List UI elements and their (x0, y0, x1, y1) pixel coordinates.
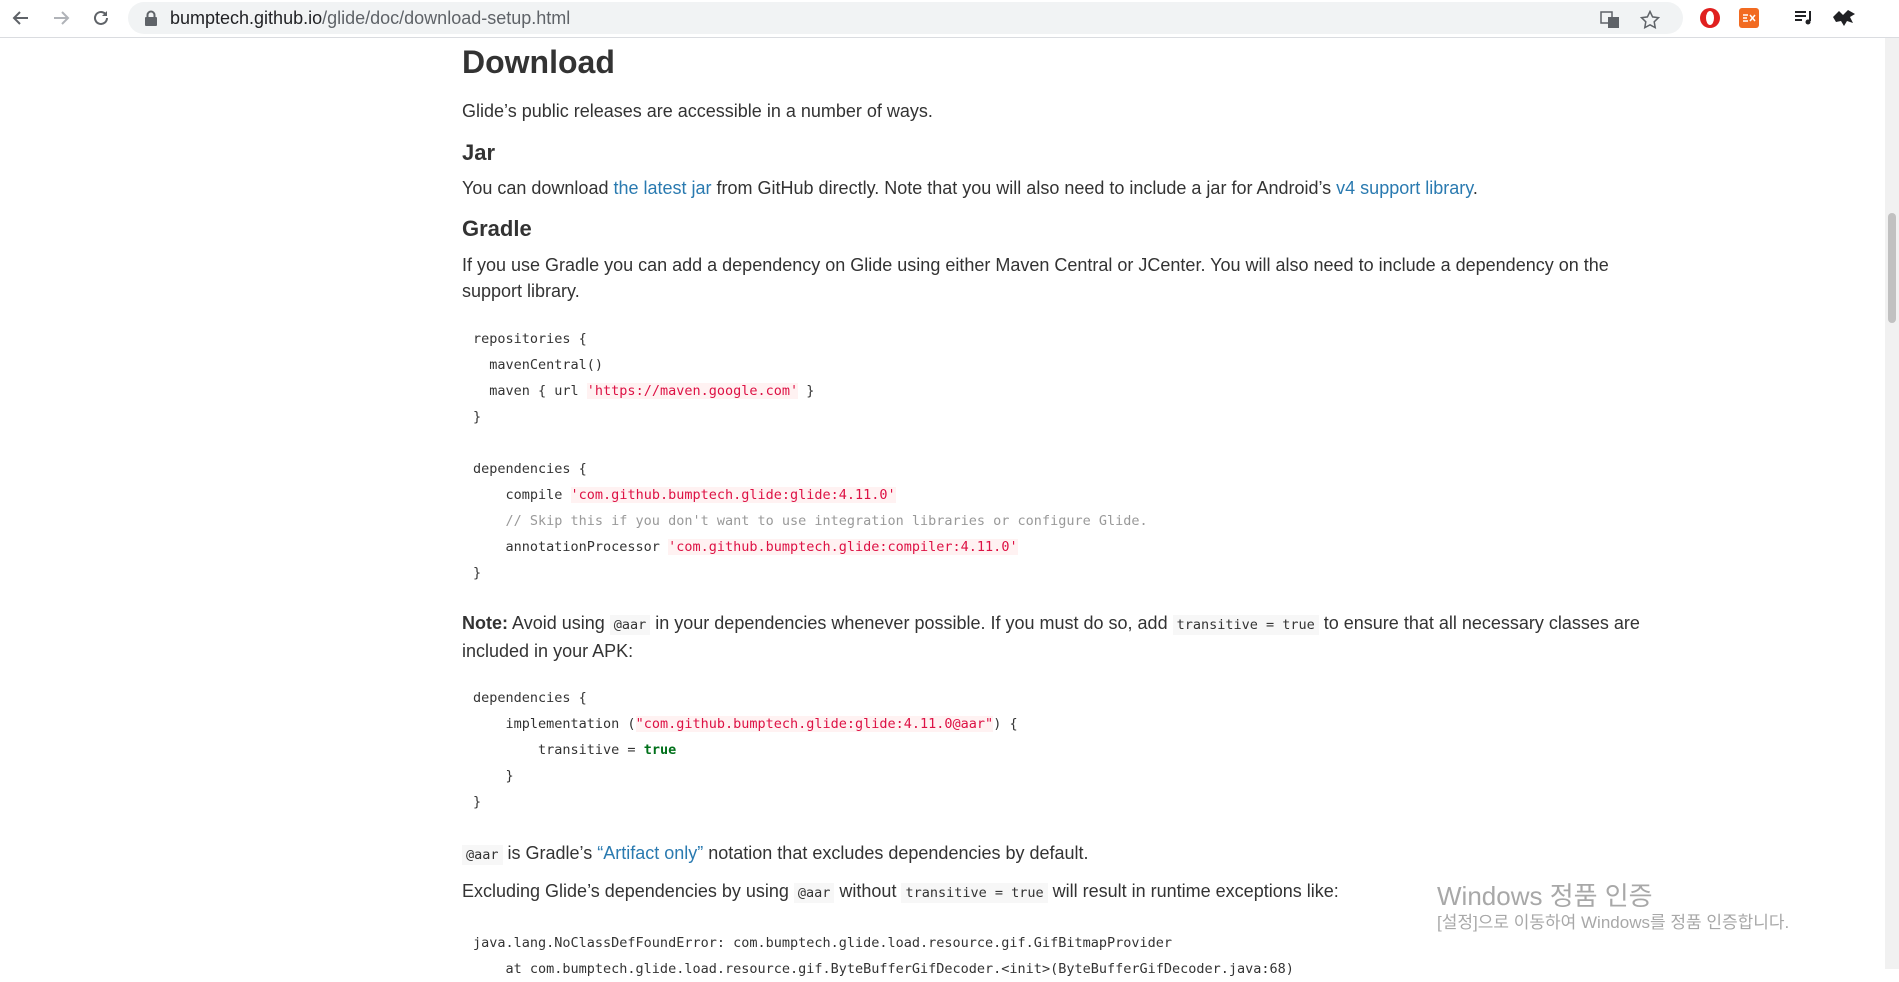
extension-ex-button[interactable] (1735, 4, 1763, 32)
back-button[interactable] (6, 3, 36, 33)
note-label: Note: (462, 613, 508, 633)
gradle-code-block: repositories { mavenCentral() maven { ur… (473, 331, 1148, 581)
reload-icon (94, 10, 108, 25)
gradle-heading: Gradle (462, 216, 532, 241)
bird-extension-icon (1833, 10, 1855, 26)
extension-bird-button[interactable] (1830, 4, 1858, 32)
browser-toolbar: bumptech.github.io/glide/doc/download-se… (0, 0, 1899, 38)
windows-activation-subtitle: [설정]으로 이동하여 Windows를 정품 인증합니다. (1437, 913, 1790, 932)
playlist-icon (1795, 11, 1811, 25)
lock-icon (145, 10, 157, 26)
intro-text: Glide’s public releases are accessible i… (462, 101, 933, 121)
gradle-text: If you use Gradle you can add a dependen… (462, 255, 1609, 301)
reload-button[interactable] (86, 3, 116, 33)
url-text: bumptech.github.io/glide/doc/download-se… (170, 8, 571, 28)
inline-code-transitive: transitive = true (1172, 615, 1319, 635)
back-arrow-icon (12, 11, 28, 25)
support-library-link[interactable]: v4 support library (1336, 178, 1473, 198)
address-bar[interactable]: bumptech.github.io/glide/doc/download-se… (128, 2, 1683, 34)
page-title: Download (462, 44, 615, 80)
reading-list-button[interactable] (1790, 4, 1818, 32)
extension-opera-button[interactable] (1696, 4, 1724, 32)
latest-jar-link[interactable]: the latest jar (613, 178, 711, 198)
forward-arrow-icon (54, 11, 70, 25)
note-text: Note: Avoid using @aar in your dependenc… (462, 613, 1640, 661)
artifact-only-link[interactable]: “Artifact only” (597, 843, 703, 863)
inline-code-aar: @aar (793, 883, 835, 903)
scrollbar-thumb[interactable] (1888, 213, 1896, 323)
bookmark-button[interactable] (1636, 6, 1664, 34)
jar-text: You can download the latest jar from Git… (462, 178, 1478, 198)
inline-code-aar: @aar (462, 845, 503, 865)
inline-code-aar: @aar (609, 615, 651, 635)
inline-code-transitive: transitive = true (901, 883, 1048, 903)
jar-heading: Jar (462, 140, 496, 165)
forward-button[interactable] (46, 3, 76, 33)
ex-extension-icon (1739, 8, 1759, 28)
translate-icon (1600, 11, 1619, 28)
exception-code-block: java.lang.NoClassDefFoundError: com.bump… (473, 935, 1294, 977)
aar-code-block: dependencies { implementation ("com.gith… (473, 690, 1018, 810)
aar-explanation: @aar is Gradle’s “Artifact only” notatio… (462, 840, 1662, 868)
opera-extension-icon (1700, 8, 1720, 28)
page-scrollbar[interactable] (1885, 38, 1899, 969)
star-icon (1640, 10, 1660, 29)
translate-button[interactable] (1596, 6, 1624, 34)
